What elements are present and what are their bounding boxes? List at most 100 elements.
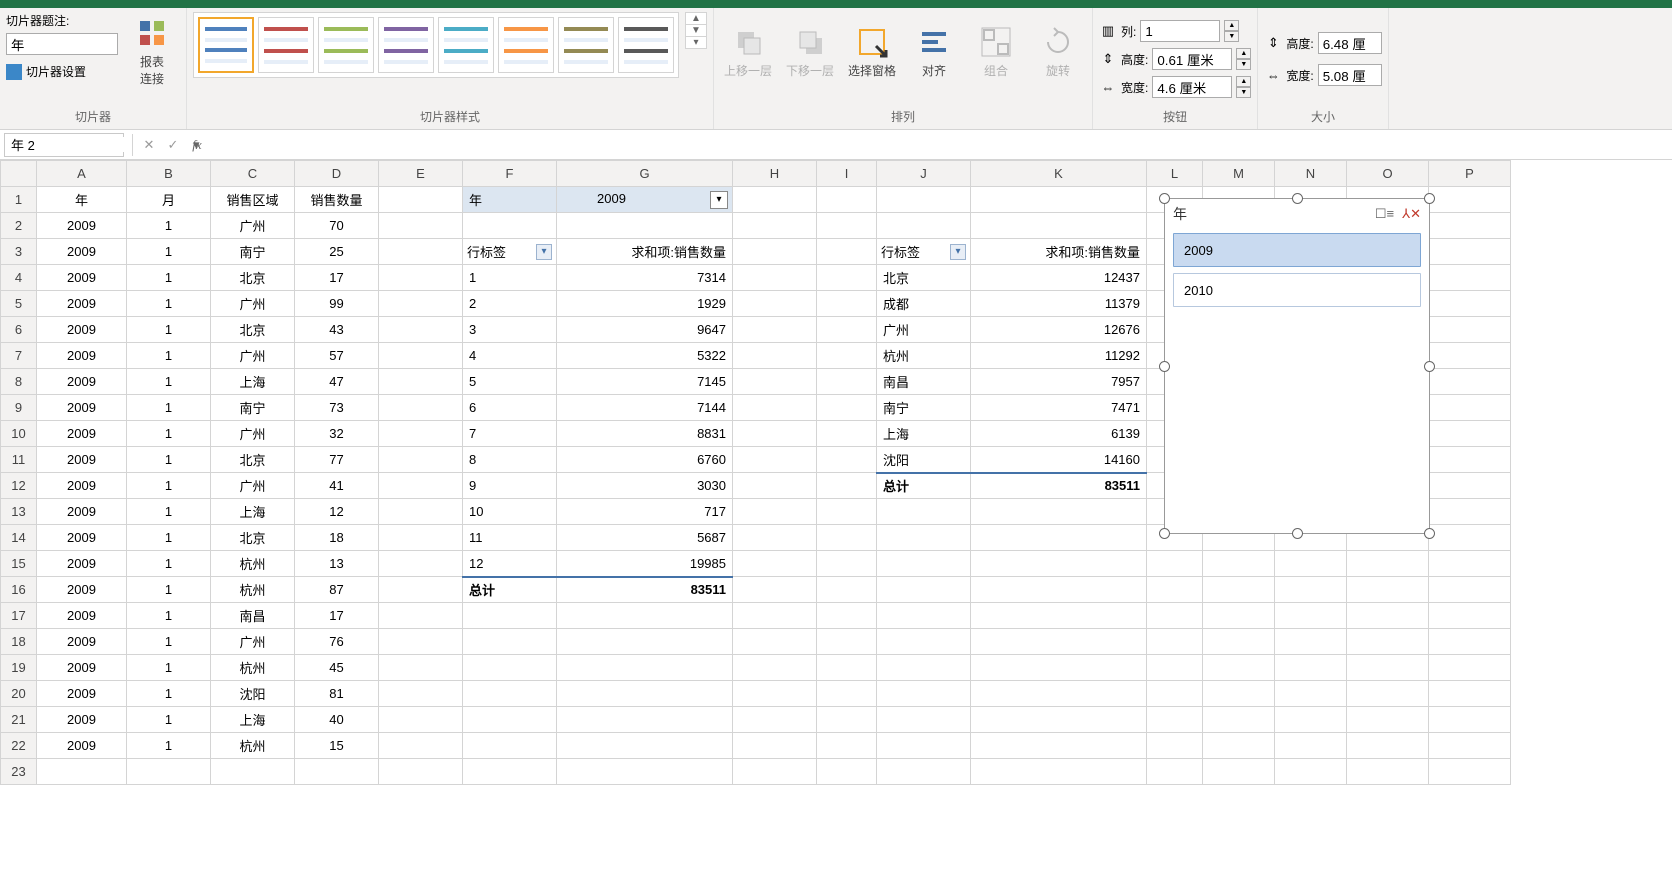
- row-header[interactable]: 7: [1, 343, 37, 369]
- cell[interactable]: [1429, 291, 1511, 317]
- cancel-formula-button[interactable]: ✕: [137, 137, 161, 153]
- cell[interactable]: [295, 759, 379, 785]
- cell[interactable]: [817, 317, 877, 343]
- cell[interactable]: [1275, 655, 1347, 681]
- cell[interactable]: [463, 733, 557, 759]
- cell[interactable]: [1347, 733, 1429, 759]
- cell[interactable]: [733, 369, 817, 395]
- cell[interactable]: 1: [127, 369, 211, 395]
- cell[interactable]: 25: [295, 239, 379, 265]
- column-header[interactable]: D: [295, 161, 379, 187]
- cell[interactable]: [1203, 707, 1275, 733]
- column-header[interactable]: K: [971, 161, 1147, 187]
- cell[interactable]: [733, 525, 817, 551]
- cell[interactable]: [733, 577, 817, 603]
- cell[interactable]: [379, 473, 463, 499]
- cell[interactable]: 45: [295, 655, 379, 681]
- cell[interactable]: [817, 603, 877, 629]
- cell[interactable]: [379, 395, 463, 421]
- select-all-corner[interactable]: [1, 161, 37, 187]
- row-header[interactable]: 1: [1, 187, 37, 213]
- cell[interactable]: [557, 655, 733, 681]
- cell[interactable]: 销售数量: [295, 187, 379, 213]
- cell[interactable]: [1429, 733, 1511, 759]
- cell[interactable]: 2009: [37, 551, 127, 577]
- cell[interactable]: 2009: [37, 213, 127, 239]
- enter-formula-button[interactable]: ✓: [161, 137, 185, 153]
- cell[interactable]: 北京: [877, 265, 971, 291]
- cell[interactable]: 北京: [211, 265, 295, 291]
- cell[interactable]: 杭州: [211, 733, 295, 759]
- cell[interactable]: 3: [463, 317, 557, 343]
- cell[interactable]: [1429, 473, 1511, 499]
- cell[interactable]: 广州: [877, 317, 971, 343]
- row-header[interactable]: 19: [1, 655, 37, 681]
- cell[interactable]: [379, 213, 463, 239]
- slicer-style-thumb[interactable]: [498, 17, 554, 73]
- row-header[interactable]: 6: [1, 317, 37, 343]
- cell[interactable]: 32: [295, 421, 379, 447]
- column-header[interactable]: F: [463, 161, 557, 187]
- cell[interactable]: 沈阳: [877, 447, 971, 473]
- cell[interactable]: [817, 343, 877, 369]
- cell[interactable]: [1429, 187, 1511, 213]
- cell[interactable]: 2009: [37, 525, 127, 551]
- cell[interactable]: [733, 317, 817, 343]
- cell[interactable]: [971, 707, 1147, 733]
- cell[interactable]: [817, 525, 877, 551]
- cell[interactable]: 7: [463, 421, 557, 447]
- cell[interactable]: [463, 603, 557, 629]
- cell[interactable]: 2009: [37, 343, 127, 369]
- cell[interactable]: [1147, 759, 1203, 785]
- cell[interactable]: 杭州: [877, 343, 971, 369]
- cell[interactable]: [379, 317, 463, 343]
- cell[interactable]: [379, 421, 463, 447]
- cell[interactable]: [1347, 629, 1429, 655]
- cell[interactable]: 上海: [877, 421, 971, 447]
- cell[interactable]: 2009: [37, 577, 127, 603]
- cell[interactable]: 1: [127, 473, 211, 499]
- cell[interactable]: 77: [295, 447, 379, 473]
- report-connections-button[interactable]: 报表 连接: [124, 12, 180, 92]
- cell[interactable]: [971, 525, 1147, 551]
- cell[interactable]: [557, 213, 733, 239]
- cell[interactable]: [817, 473, 877, 499]
- cell[interactable]: [379, 343, 463, 369]
- cell[interactable]: [463, 213, 557, 239]
- cell[interactable]: [1429, 681, 1511, 707]
- cell[interactable]: [1147, 603, 1203, 629]
- cell[interactable]: 沈阳: [211, 681, 295, 707]
- row-header[interactable]: 9: [1, 395, 37, 421]
- cell[interactable]: 17: [295, 265, 379, 291]
- btn-height-input[interactable]: [1152, 48, 1232, 70]
- cell[interactable]: [733, 629, 817, 655]
- cell[interactable]: [1429, 265, 1511, 291]
- row-header[interactable]: 15: [1, 551, 37, 577]
- cell[interactable]: [379, 655, 463, 681]
- cell[interactable]: 1: [127, 681, 211, 707]
- cell[interactable]: [877, 499, 971, 525]
- cell[interactable]: 83511: [557, 577, 733, 603]
- cell[interactable]: [971, 187, 1147, 213]
- cell[interactable]: [877, 187, 971, 213]
- cell[interactable]: 5: [463, 369, 557, 395]
- cell[interactable]: 1: [127, 629, 211, 655]
- cell[interactable]: 73: [295, 395, 379, 421]
- cell[interactable]: [463, 707, 557, 733]
- cell[interactable]: 2009: [37, 421, 127, 447]
- cell[interactable]: 广州: [211, 291, 295, 317]
- row-header[interactable]: 2: [1, 213, 37, 239]
- cell[interactable]: [1429, 551, 1511, 577]
- cell[interactable]: [379, 447, 463, 473]
- cell[interactable]: [733, 603, 817, 629]
- cell[interactable]: 年: [463, 187, 557, 213]
- column-header[interactable]: I: [817, 161, 877, 187]
- cell[interactable]: 南宁: [877, 395, 971, 421]
- cell[interactable]: [817, 577, 877, 603]
- cell[interactable]: 41: [295, 473, 379, 499]
- cell[interactable]: 2009: [37, 239, 127, 265]
- cell[interactable]: [1147, 655, 1203, 681]
- cell[interactable]: [971, 577, 1147, 603]
- cell[interactable]: 1: [127, 447, 211, 473]
- cell[interactable]: [1275, 603, 1347, 629]
